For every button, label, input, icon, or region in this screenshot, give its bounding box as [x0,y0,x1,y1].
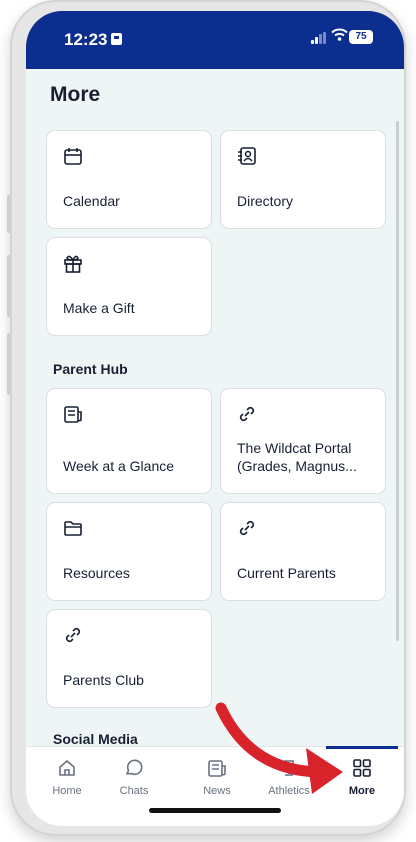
link-icon [239,406,255,422]
section-heading-social-media: Social Media [53,731,138,747]
news-icon [208,760,226,777]
folder-icon [64,521,82,536]
link-icon [65,627,81,643]
tile-label: Parents Club [63,672,144,688]
bottom-tab-bar: Home Chats News Athletics More [26,746,404,826]
newspaper-icon [64,406,82,423]
tab-news[interactable]: News [185,757,249,797]
tab-label: News [203,785,231,797]
make-a-gift-tile[interactable]: Make a Gift [46,237,212,336]
active-tab-indicator [326,746,398,749]
phone-side-button [7,195,11,233]
status-bar: 12:23 75 [26,11,404,69]
tab-athletics[interactable]: Athletics [257,757,321,797]
wildcat-portal-tile[interactable]: The Wildcat Portal (Grades, Magnus... [220,388,386,494]
tile-label: Resources [63,565,130,581]
grid-icon [353,759,371,777]
tab-label: More [348,785,376,797]
tab-home[interactable]: Home [35,757,99,797]
resources-tile[interactable]: Resources [46,502,212,601]
tab-label: Athletics [268,785,310,797]
current-parents-tile[interactable]: Current Parents [220,502,386,601]
sim-icon [111,33,122,45]
battery-indicator: 75 [349,30,373,44]
phone-side-button [7,333,11,395]
week-at-a-glance-tile[interactable]: Week at a Glance [46,388,212,494]
section-heading-parent-hub: Parent Hub [53,361,128,377]
page-title: More [50,83,101,106]
calendar-icon [64,148,82,165]
tab-more[interactable]: More [330,757,394,797]
tile-label: Current Parents [237,565,336,581]
gift-icon [64,255,82,273]
scrollbar[interactable] [396,121,399,641]
tab-chats[interactable]: Chats [102,757,166,797]
chat-icon [126,759,143,776]
status-time: 12:23 [64,30,108,49]
signal-icon [311,32,327,44]
tab-label: Home [52,785,82,797]
tile-label: Make a Gift [63,300,135,316]
home-indicator[interactable] [149,808,281,813]
directory-tile[interactable]: Directory [220,130,386,229]
trophy-icon [284,760,294,776]
tab-label: Chats [119,785,149,797]
home-icon [59,760,75,776]
phone-side-button [7,255,11,317]
calendar-tile[interactable]: Calendar [46,130,212,229]
tile-label: Calendar [63,193,120,209]
wifi-icon [331,28,348,45]
directory-icon [238,147,256,165]
tile-label: Week at a Glance [63,458,175,474]
tile-label: Directory [237,193,294,209]
app-screen: 12:23 75 More Calendar Directory Make a … [26,11,404,826]
tile-label: The Wildcat Portal (Grades, Magnus... [237,440,357,474]
link-icon [239,520,255,536]
parents-club-tile[interactable]: Parents Club [46,609,212,708]
